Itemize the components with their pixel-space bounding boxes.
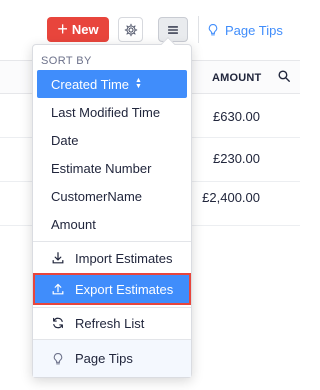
- page-tips-menu-label: Page Tips: [75, 351, 133, 366]
- search-icon[interactable]: [277, 69, 291, 83]
- lightbulb-icon: [208, 24, 218, 36]
- sort-direction-icon: ▲ ▼: [135, 77, 142, 90]
- import-estimates-item[interactable]: Import Estimates: [33, 243, 191, 273]
- amount-column-header[interactable]: AMOUNT: [212, 72, 261, 84]
- page-tips-menu-item[interactable]: Page Tips: [33, 339, 191, 377]
- sort-option-label: Created Time: [51, 76, 130, 92]
- export-estimates-item[interactable]: Export Estimates: [33, 273, 191, 305]
- import-estimates-label: Import Estimates: [75, 250, 173, 266]
- page-tips-label: Page Tips: [225, 22, 283, 38]
- refresh-list-item[interactable]: Refresh List: [33, 308, 191, 338]
- plus-icon: +: [57, 18, 68, 39]
- sort-option-label: Estimate Number: [51, 160, 152, 176]
- import-icon: [52, 252, 64, 264]
- sort-option-created-time[interactable]: Created Time ▲ ▼: [37, 70, 187, 98]
- new-button-label: New: [71, 22, 99, 37]
- sort-option-customer-name[interactable]: CustomerName: [33, 182, 191, 210]
- export-icon: [52, 283, 64, 295]
- refresh-icon: [53, 317, 63, 329]
- hamburger-menu-icon: [167, 25, 179, 34]
- refresh-list-label: Refresh List: [75, 315, 145, 331]
- sort-option-label: Date: [51, 132, 79, 148]
- sort-option-date[interactable]: Date: [33, 126, 191, 154]
- sort-option-label: Amount: [51, 216, 96, 232]
- sort-option-label: Last Modified Time: [51, 104, 161, 120]
- export-estimates-label: Export Estimates: [75, 281, 174, 297]
- toolbar-divider: [198, 16, 199, 43]
- amount-cell: £630.00: [213, 109, 260, 124]
- gear-icon: [124, 23, 137, 36]
- sort-option-estimate-number[interactable]: Estimate Number: [33, 154, 191, 182]
- page-tips-link[interactable]: Page Tips: [206, 19, 283, 41]
- options-dropdown: SORT BY Created Time ▲ ▼ Last Modified Ti…: [32, 36, 192, 378]
- sort-option-last-modified-time[interactable]: Last Modified Time: [33, 98, 191, 126]
- sort-option-label: CustomerName: [51, 188, 143, 204]
- more-options-button[interactable]: [158, 17, 188, 42]
- amount-cell: £2,400.00: [202, 190, 260, 205]
- amount-cell: £230.00: [213, 151, 260, 166]
- menu-divider: [33, 241, 191, 242]
- sort-option-amount[interactable]: Amount: [33, 210, 191, 238]
- lightbulb-icon: [53, 352, 63, 364]
- settings-button[interactable]: [118, 17, 143, 42]
- new-button[interactable]: + New: [47, 17, 109, 42]
- sort-by-heading: SORT BY: [41, 55, 92, 67]
